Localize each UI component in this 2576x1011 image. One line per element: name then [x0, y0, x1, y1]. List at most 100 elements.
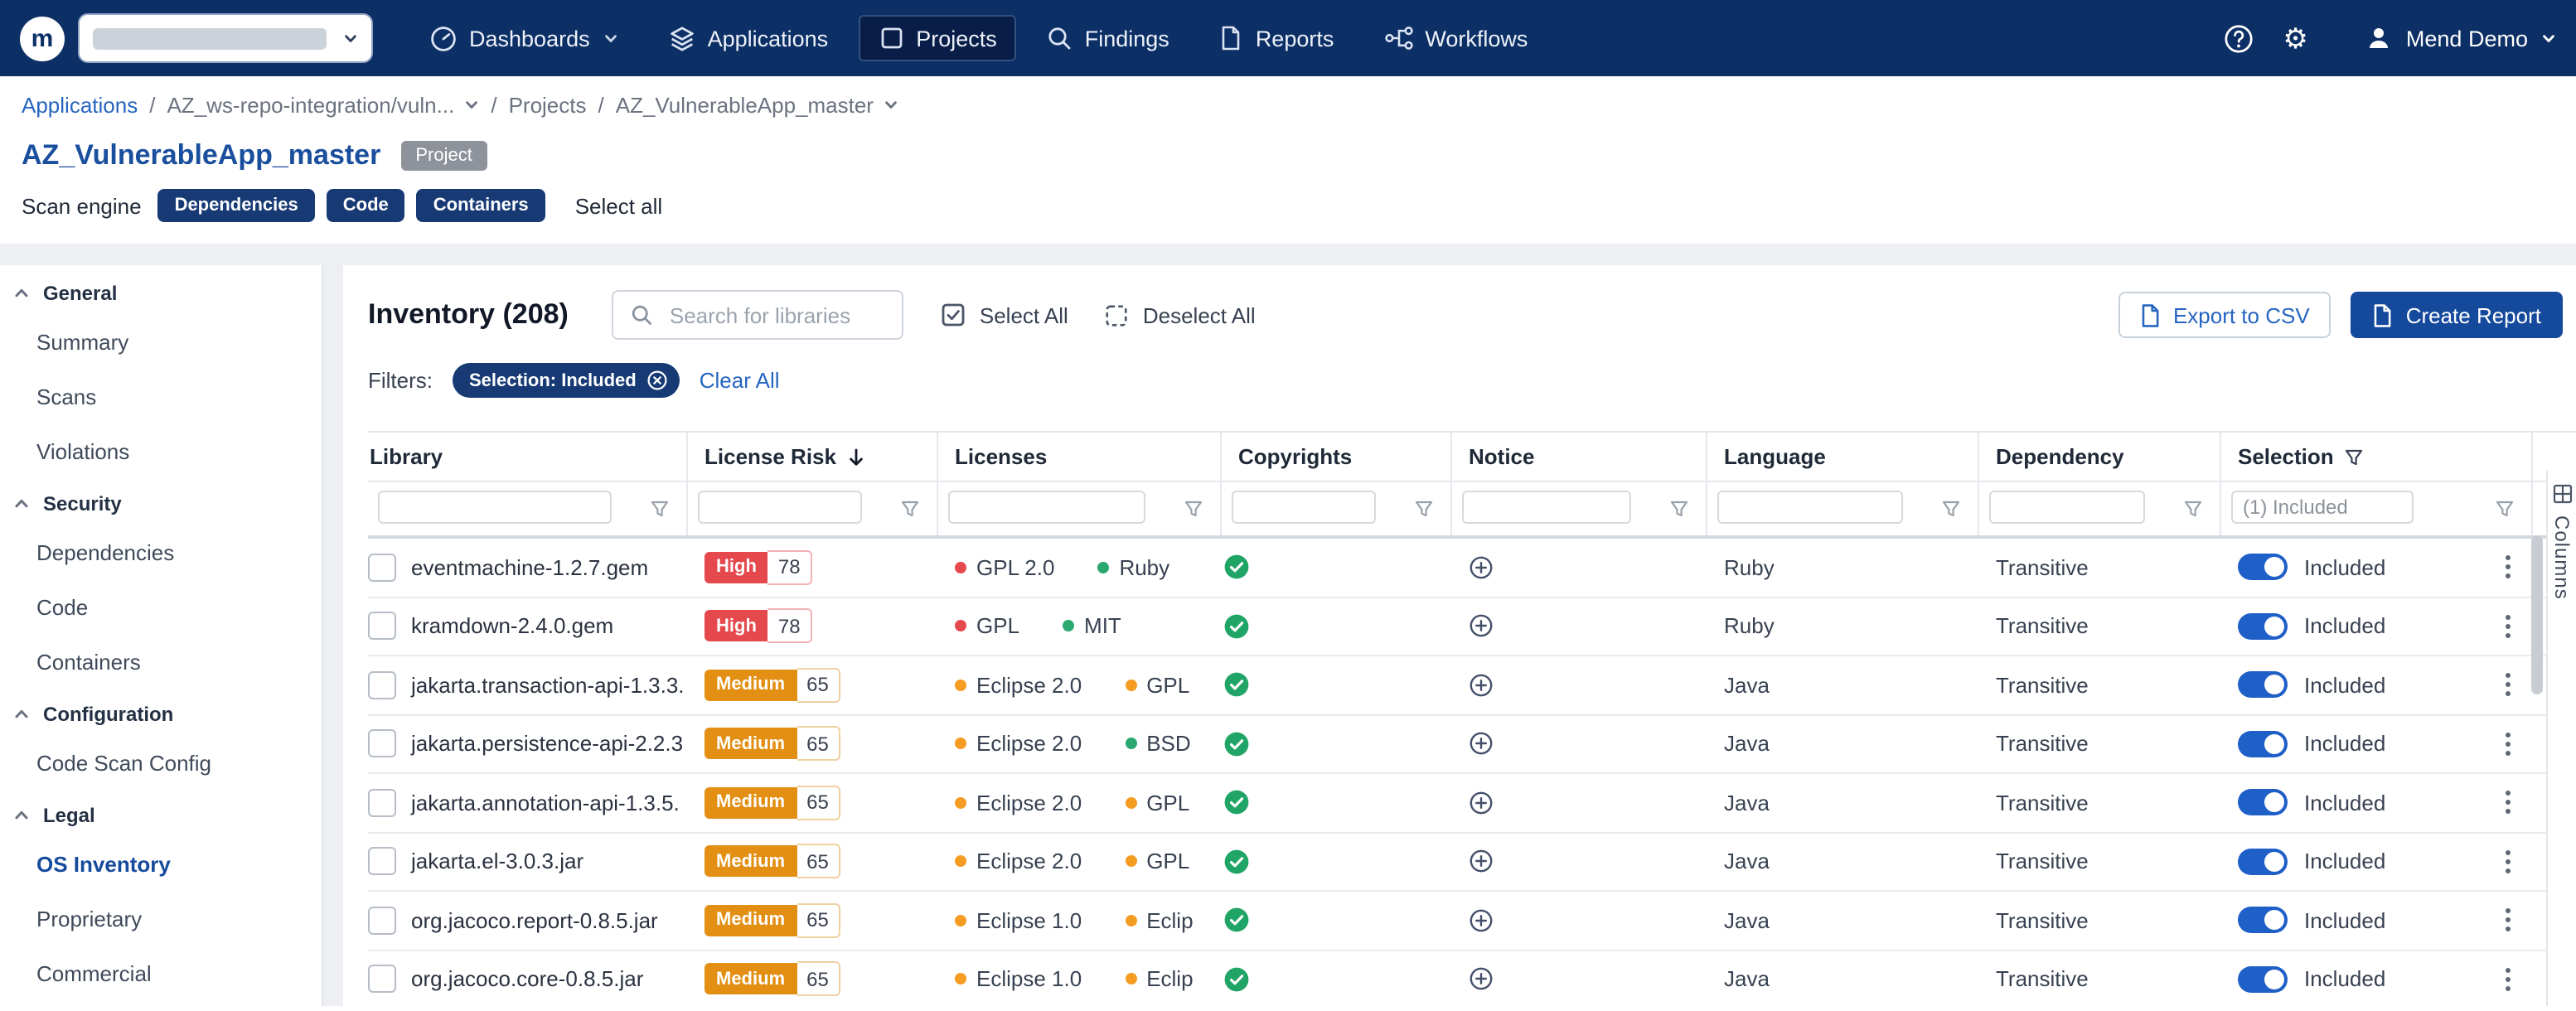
row-checkbox[interactable] [368, 907, 396, 935]
nav-item-dashboards[interactable]: Dashboards [409, 14, 638, 62]
column-header-selection[interactable]: Selection [2221, 433, 2533, 481]
remove-filter-icon[interactable] [646, 370, 668, 391]
notice-add-icon[interactable] [1469, 614, 1494, 639]
column-filter-input[interactable] [378, 491, 612, 524]
row-checkbox[interactable] [368, 848, 396, 876]
nav-item-reports[interactable]: Reports [1199, 15, 1354, 61]
sidebar-section-security[interactable]: Security [0, 479, 322, 525]
table-scrollbar[interactable] [2531, 535, 2543, 1001]
deselect-all-button[interactable]: Deselect All [1105, 302, 1256, 327]
nav-item-workflows[interactable]: Workflows [1363, 15, 1547, 61]
columns-tab[interactable]: Columns [2546, 471, 2576, 1006]
notice-add-icon[interactable] [1469, 673, 1494, 698]
column-header-dependency[interactable]: Dependency [1979, 433, 2221, 481]
funnel-icon[interactable] [2183, 499, 2203, 519]
help-icon[interactable] [2223, 22, 2254, 54]
breadcrumb-item[interactable]: AZ_ws-repo-integration/vuln... [167, 92, 454, 117]
chevron-down-icon[interactable] [464, 97, 479, 112]
scan-engine-pill-code[interactable]: Code [327, 189, 405, 222]
row-menu-icon[interactable] [2505, 790, 2511, 816]
create-report-button[interactable]: Create Report [2351, 292, 2563, 338]
scrollbar-thumb[interactable] [2531, 535, 2543, 694]
row-menu-icon[interactable] [2505, 966, 2511, 993]
funnel-icon[interactable] [1669, 499, 1689, 519]
selection-toggle[interactable] [2238, 966, 2288, 993]
sidebar-item-containers[interactable]: Containers [0, 635, 322, 689]
nav-item-findings[interactable]: Findings [1027, 15, 1189, 61]
clear-all-filters[interactable]: Clear All [700, 368, 780, 393]
notice-add-icon[interactable] [1469, 555, 1494, 580]
scan-engine-pill-containers[interactable]: Containers [417, 189, 545, 222]
column-header-library[interactable]: Library [368, 433, 688, 481]
breadcrumb-item[interactable]: AZ_VulnerableApp_master [616, 92, 874, 117]
sidebar-item-dependencies[interactable]: Dependencies [0, 525, 322, 580]
funnel-icon[interactable] [2495, 499, 2515, 519]
export-csv-button[interactable]: Export to CSV [2118, 292, 2331, 338]
column-filter-input[interactable] [948, 491, 1145, 524]
column-header-license-risk[interactable]: License Risk [688, 433, 938, 481]
row-menu-icon[interactable] [2505, 613, 2511, 640]
sidebar-item-scans[interactable]: Scans [0, 370, 322, 424]
notice-add-icon[interactable] [1469, 967, 1494, 992]
column-header-language[interactable]: Language [1707, 433, 1979, 481]
funnel-icon[interactable] [1414, 499, 1434, 519]
row-menu-icon[interactable] [2505, 907, 2511, 934]
row-menu-icon[interactable] [2505, 672, 2511, 699]
row-checkbox[interactable] [368, 612, 396, 641]
scan-engine-pill-dependencies[interactable]: Dependencies [158, 189, 315, 222]
column-filter-input[interactable] [1462, 491, 1631, 524]
row-checkbox[interactable] [368, 671, 396, 699]
sort-desc-icon[interactable] [846, 447, 864, 467]
row-menu-icon[interactable] [2505, 731, 2511, 757]
sidebar-item-code-scan-config[interactable]: Code Scan Config [0, 736, 322, 791]
user-menu[interactable]: Mend Demo [2366, 25, 2556, 51]
sidebar-item-violations[interactable]: Violations [0, 424, 322, 479]
sidebar-item-commercial[interactable]: Commercial [0, 946, 322, 1001]
nav-item-applications[interactable]: Applications [648, 14, 849, 62]
sidebar-item-code[interactable]: Code [0, 580, 322, 635]
sidebar-section-configuration[interactable]: Configuration [0, 689, 322, 736]
row-checkbox[interactable] [368, 789, 396, 817]
notice-add-icon[interactable] [1469, 908, 1494, 933]
sidebar-item-proprietary[interactable]: Proprietary [0, 892, 322, 946]
column-filter-input[interactable] [698, 491, 862, 524]
selection-toggle[interactable] [2238, 849, 2288, 875]
selection-toggle[interactable] [2238, 613, 2288, 640]
selection-toggle[interactable] [2238, 731, 2288, 757]
column-filter-input[interactable] [1232, 491, 1376, 524]
selection-toggle[interactable] [2238, 672, 2288, 699]
column-header-copyrights[interactable]: Copyrights [1222, 433, 1452, 481]
breadcrumb-item[interactable]: Projects [509, 92, 587, 117]
row-menu-icon[interactable] [2505, 554, 2511, 581]
sidebar-section-general[interactable]: General [0, 268, 322, 315]
chevron-down-icon[interactable] [884, 97, 898, 112]
select-all-button[interactable]: Select All [940, 302, 1068, 328]
notice-add-icon[interactable] [1469, 849, 1494, 874]
funnel-icon[interactable] [650, 499, 670, 519]
row-checkbox[interactable] [368, 730, 396, 758]
row-checkbox[interactable] [368, 554, 396, 582]
select-all-engines[interactable]: Select all [575, 193, 663, 218]
breadcrumb-item[interactable]: Applications [22, 92, 138, 117]
column-filter-input[interactable] [2231, 491, 2414, 524]
column-header-notice[interactable]: Notice [1452, 433, 1707, 481]
selection-toggle[interactable] [2238, 907, 2288, 934]
selection-toggle[interactable] [2238, 790, 2288, 816]
column-header-licenses[interactable]: Licenses [938, 433, 1222, 481]
sidebar-item-summary[interactable]: Summary [0, 315, 322, 370]
library-search[interactable] [612, 290, 903, 340]
funnel-icon[interactable] [900, 499, 920, 519]
org-selector[interactable] [78, 13, 373, 63]
row-menu-icon[interactable] [2505, 849, 2511, 875]
sidebar-section-legal[interactable]: Legal [0, 791, 322, 837]
gear-icon[interactable]: ⚙ [2283, 24, 2308, 52]
column-filter-input[interactable] [1989, 491, 2145, 524]
filter-icon[interactable] [2344, 447, 2364, 467]
funnel-icon[interactable] [1184, 499, 1203, 519]
selection-filter-chip[interactable]: Selection: Included [453, 363, 680, 398]
column-filter-input[interactable] [1717, 491, 1903, 524]
row-checkbox[interactable] [368, 965, 396, 994]
funnel-icon[interactable] [1941, 499, 1961, 519]
search-input[interactable] [666, 301, 885, 329]
notice-add-icon[interactable] [1469, 732, 1494, 757]
